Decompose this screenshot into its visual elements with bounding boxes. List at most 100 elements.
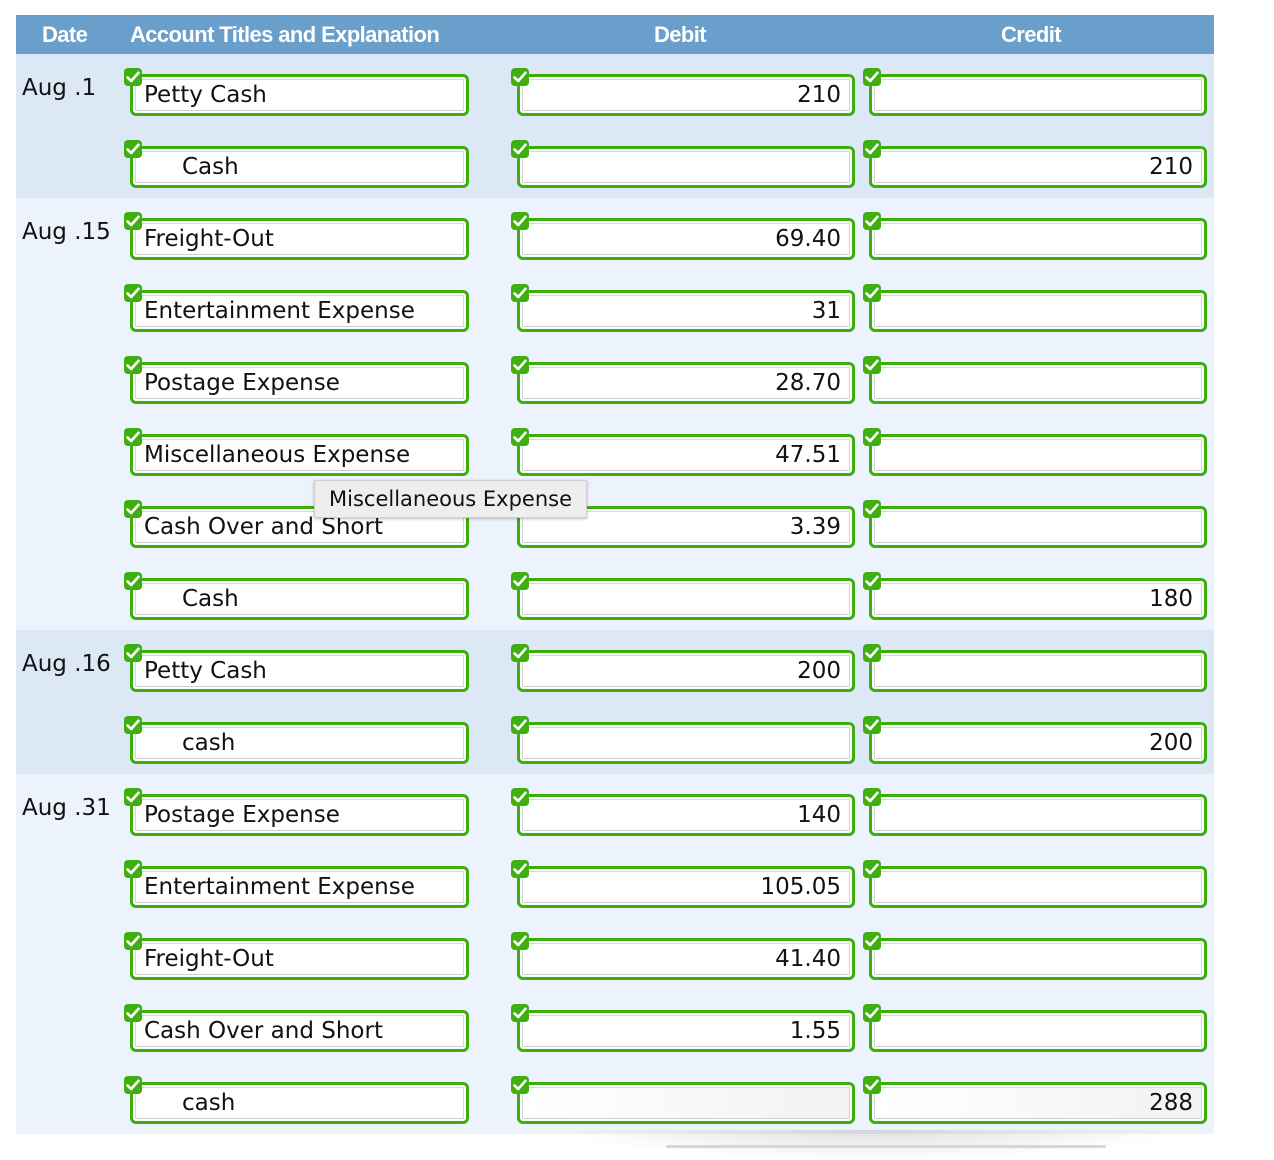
debit-amount-field[interactable] (511, 68, 855, 116)
credit-amount-input[interactable] (875, 440, 1201, 470)
account-title-input[interactable] (136, 656, 463, 686)
account-title-field[interactable] (124, 716, 469, 764)
account-title-field[interactable] (124, 1004, 469, 1052)
debit-amount-input[interactable] (523, 224, 849, 254)
credit-amount-field[interactable] (863, 356, 1207, 404)
account-title-field[interactable] (124, 788, 469, 836)
debit-amount-input[interactable] (523, 440, 849, 470)
account-title-field-inner (135, 799, 464, 831)
debit-amount-input[interactable] (523, 944, 849, 974)
debit-amount-input[interactable] (523, 80, 849, 110)
debit-amount-field[interactable] (511, 860, 855, 908)
credit-amount-input[interactable] (875, 368, 1201, 398)
credit-amount-input[interactable] (875, 224, 1201, 254)
debit-amount-input[interactable] (523, 584, 849, 614)
credit-amount-input[interactable] (875, 1016, 1201, 1046)
check-icon (124, 68, 142, 86)
credit-amount-field[interactable] (863, 500, 1207, 548)
debit-amount-field[interactable] (511, 356, 855, 404)
account-title-field-inner (135, 583, 464, 615)
debit-amount-input[interactable] (523, 656, 849, 686)
credit-amount-field[interactable] (863, 932, 1207, 980)
account-title-input[interactable] (136, 584, 463, 614)
credit-amount-input[interactable] (875, 1088, 1201, 1118)
credit-amount-input[interactable] (875, 728, 1201, 758)
account-title-input[interactable] (136, 872, 463, 902)
credit-amount-field[interactable] (863, 140, 1207, 188)
credit-amount-input[interactable] (875, 80, 1201, 110)
check-icon (863, 500, 881, 518)
debit-amount-field[interactable] (511, 140, 855, 188)
debit-amount-input[interactable] (523, 800, 849, 830)
debit-amount-input[interactable] (523, 152, 849, 182)
debit-amount-field[interactable] (511, 428, 855, 476)
account-title-input[interactable] (136, 440, 463, 470)
account-title-input[interactable] (136, 1088, 463, 1118)
account-title-input[interactable] (136, 800, 463, 830)
credit-amount-input[interactable] (875, 152, 1201, 182)
account-title-field[interactable] (124, 140, 469, 188)
debit-amount-input[interactable] (523, 1088, 849, 1118)
credit-amount-field[interactable] (863, 716, 1207, 764)
check-icon (511, 788, 529, 806)
account-title-field[interactable] (124, 1076, 469, 1124)
credit-amount-input[interactable] (875, 872, 1201, 902)
credit-amount-input[interactable] (875, 944, 1201, 974)
debit-amount-field[interactable] (511, 788, 855, 836)
account-title-input[interactable] (136, 224, 463, 254)
debit-amount-field[interactable] (511, 1004, 855, 1052)
header-account-titles: Account Titles and Explanation (130, 22, 440, 47)
credit-amount-field[interactable] (863, 428, 1207, 476)
account-title-field[interactable] (124, 284, 469, 332)
credit-amount-field[interactable] (863, 572, 1207, 620)
credit-amount-field[interactable] (863, 212, 1207, 260)
debit-amount-field[interactable] (511, 644, 855, 692)
debit-amount-input[interactable] (523, 728, 849, 758)
check-icon (124, 1076, 142, 1094)
credit-amount-input[interactable] (875, 584, 1201, 614)
check-icon (124, 500, 142, 518)
account-title-input[interactable] (136, 368, 463, 398)
debit-amount-field[interactable] (511, 716, 855, 764)
debit-amount-field-inner (522, 799, 850, 831)
account-title-field[interactable] (124, 68, 469, 116)
account-title-field[interactable] (124, 860, 469, 908)
credit-amount-field-inner (874, 583, 1202, 615)
credit-amount-field[interactable] (863, 860, 1207, 908)
account-title-input[interactable] (136, 944, 463, 974)
account-title-input[interactable] (136, 296, 463, 326)
account-title-input[interactable] (136, 152, 463, 182)
credit-amount-input[interactable] (875, 512, 1201, 542)
account-title-field[interactable] (124, 212, 469, 260)
account-title-field[interactable] (124, 932, 469, 980)
credit-amount-input[interactable] (875, 296, 1201, 326)
account-title-input[interactable] (136, 80, 463, 110)
debit-amount-field[interactable] (511, 212, 855, 260)
debit-amount-input[interactable] (523, 872, 849, 902)
account-title-field[interactable] (124, 644, 469, 692)
debit-amount-field[interactable] (511, 932, 855, 980)
account-title-field[interactable] (124, 356, 469, 404)
check-icon (124, 932, 142, 950)
credit-amount-input[interactable] (875, 800, 1201, 830)
credit-amount-input[interactable] (875, 656, 1201, 686)
debit-amount-field[interactable] (511, 284, 855, 332)
debit-amount-input[interactable] (523, 296, 849, 326)
credit-amount-field[interactable] (863, 1004, 1207, 1052)
debit-amount-field[interactable] (511, 572, 855, 620)
debit-amount-input[interactable] (523, 368, 849, 398)
account-title-field[interactable] (124, 428, 469, 476)
credit-amount-field[interactable] (863, 788, 1207, 836)
debit-amount-input[interactable] (523, 1016, 849, 1046)
credit-amount-field-inner (874, 79, 1202, 111)
account-title-input[interactable] (136, 728, 463, 758)
account-title-input[interactable] (136, 1016, 463, 1046)
account-title-field[interactable] (124, 572, 469, 620)
credit-amount-field[interactable] (863, 1076, 1207, 1124)
credit-amount-field[interactable] (863, 68, 1207, 116)
debit-amount-field[interactable] (511, 1076, 855, 1124)
credit-amount-field[interactable] (863, 644, 1207, 692)
table-row (16, 990, 1214, 1062)
credit-amount-field[interactable] (863, 284, 1207, 332)
check-icon (863, 356, 881, 374)
